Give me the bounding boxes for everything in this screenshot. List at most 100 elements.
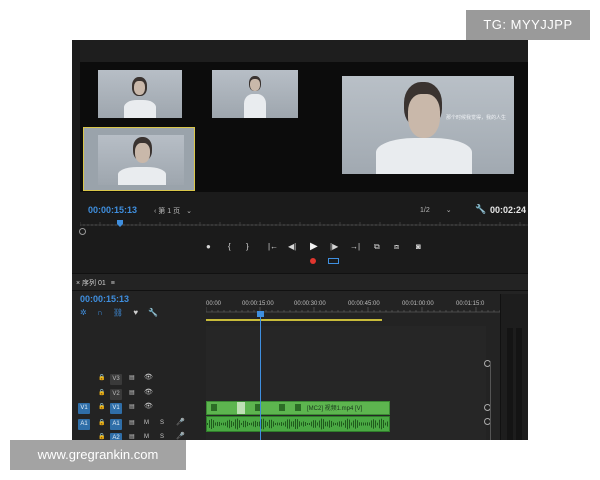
program-monitor: 那个时候我觉得，我的人生 00:00:15:13 ‹ 第 1 页 ⌄ 1/2 ⌄ 🔧… [72, 40, 528, 274]
watermark-bottom-left: www.gregrankin.com [10, 440, 186, 470]
microphone-icon[interactable]: 🎤 [176, 418, 185, 426]
chevron-down-icon: ⌄ [186, 208, 192, 215]
angle-3-thumbnail[interactable] [83, 127, 195, 191]
source-patch-a1[interactable]: A1 [78, 419, 90, 430]
duration-timecode: 00:02:24 [490, 205, 527, 215]
linked-selection-icon[interactable]: ⛓ [113, 308, 123, 317]
timeline-timecode[interactable]: 00:00:15:13 [80, 294, 129, 304]
eye-icon[interactable]: 👁 [144, 388, 153, 396]
menu-icon[interactable]: ≡ [111, 280, 115, 287]
snap-icon[interactable]: ∩ [97, 308, 103, 317]
fx-badge [295, 404, 301, 411]
timeline-tab-label: 序列 01 [82, 280, 106, 287]
transport-controls: ● { } |← ◀| ▶ |▶ →| ⧉ ⧈ ◙ [202, 241, 432, 256]
playhead-handle[interactable] [257, 311, 264, 317]
playhead[interactable] [260, 312, 261, 440]
zoom-selector[interactable]: 1/2 ⌄ [420, 206, 466, 214]
time-ruler-graphic [205, 307, 528, 321]
angle-1-thumbnail[interactable] [98, 70, 182, 118]
source-patch-v1[interactable]: V1 [78, 403, 90, 414]
monitor-scrubber[interactable] [79, 220, 528, 235]
go-to-out-button[interactable]: →| [350, 242, 360, 251]
wrench-icon[interactable]: 🔧 [148, 308, 158, 317]
lock-icon[interactable]: 🔒 [98, 433, 105, 440]
add-marker-icon[interactable]: ♥ [133, 308, 138, 317]
solo-button[interactable]: S [160, 420, 164, 426]
mark-out-button[interactable]: } [246, 242, 249, 251]
speaker-figure [122, 74, 158, 118]
sync-lock-icon[interactable]: ▤ [129, 419, 135, 426]
audio-waveform [207, 418, 388, 430]
timeline-tab[interactable]: × 序列 01 ≡ [76, 278, 115, 288]
speaker-figure [242, 74, 268, 118]
go-to-in-button[interactable]: |← [268, 242, 278, 251]
zoom-selector-label: 1/2 [420, 207, 430, 214]
multicam-audio-clip[interactable] [206, 416, 390, 432]
page-selector-label: 第 1 页 [158, 208, 181, 215]
sync-lock-icon[interactable]: ▤ [129, 433, 135, 440]
track-name-v3[interactable]: V3 [110, 374, 122, 385]
multicam-toggle-button[interactable] [328, 258, 339, 264]
speaker-figure [118, 137, 166, 185]
scrubber-start-handle[interactable] [79, 228, 86, 235]
sync-lock-icon[interactable]: ▤ [129, 389, 135, 396]
ruler-label-1: 00:00:15:00 [242, 301, 274, 307]
monitor-header [80, 40, 528, 62]
speaker-closeup [372, 80, 472, 174]
monitor-timecode[interactable]: 00:00:15:13 [88, 205, 137, 215]
ruler-label-5: 00:01:15:0 [456, 301, 485, 307]
wrench-icon[interactable]: 🔧 [475, 204, 486, 215]
mute-button[interactable]: M [144, 420, 149, 426]
camera-icon[interactable]: ◙ [416, 242, 421, 251]
ruler-label-3: 00:00:45:00 [348, 301, 380, 307]
mark-in-button[interactable]: { [228, 242, 231, 251]
scrubber-ruler [79, 220, 528, 227]
audio-meters [500, 294, 528, 440]
play-button[interactable]: ▶ [310, 241, 318, 252]
step-back-button[interactable]: ◀| [288, 242, 296, 251]
sync-lock-icon[interactable]: ▤ [129, 374, 135, 381]
timeline-tools: ✲ ∩ ⛓ ♥ 🔧 [80, 308, 158, 317]
microphone-icon[interactable]: 🎤 [176, 432, 185, 440]
track-header-v3: 🔒 V3 ▤ 👁 [72, 372, 206, 386]
lock-icon[interactable]: 🔒 [98, 419, 105, 426]
time-ruler[interactable]: 00:00 00:00:15:00 00:00:30:00 00:00:45:0… [205, 294, 528, 324]
clip-cut-segment [237, 402, 245, 414]
ruler-label-2: 00:00:30:00 [294, 301, 326, 307]
track-header-v1: V1 🔒 V1 ▤ 👁 [72, 401, 206, 415]
track-name-v1[interactable]: V1 [110, 403, 122, 414]
lock-icon[interactable]: 🔒 [98, 374, 105, 381]
multicam-view[interactable]: 那个时候我觉得，我的人生 [80, 62, 528, 192]
eye-icon[interactable]: 👁 [144, 373, 153, 381]
watermark-top-right: TG: MYYJJPP [466, 10, 590, 40]
track-name-a1[interactable]: A1 [110, 419, 122, 430]
premiere-window: 那个时候我觉得，我的人生 00:00:15:13 ‹ 第 1 页 ⌄ 1/2 ⌄ 🔧… [72, 40, 528, 440]
fx-badge [211, 404, 217, 411]
insert-button[interactable]: ⧉ [374, 242, 380, 252]
ruler-label-0: 00:00 [206, 301, 222, 307]
lock-icon[interactable]: 🔒 [98, 403, 105, 410]
angle-2-thumbnail[interactable] [212, 70, 298, 118]
ruler-label-4: 00:01:00:00 [402, 301, 434, 307]
subtitle-overlay: 那个时候我觉得，我的人生 [446, 115, 507, 121]
timeline-panel: × 序列 01 ≡ 00:00:15:13 ✲ ∩ ⛓ ♥ 🔧 00:00 00:… [72, 274, 528, 440]
track-header-v2: 🔒 V2 ▤ 👁 [72, 387, 206, 401]
step-forward-button[interactable]: |▶ [330, 242, 338, 251]
multicam-video-clip[interactable]: [MC2] 视频1.mp4 [V] [206, 401, 390, 415]
overwrite-button[interactable]: ⧈ [394, 242, 399, 252]
page-selector[interactable]: ‹ 第 1 页 ⌄ [154, 206, 206, 216]
record-button[interactable] [310, 258, 316, 264]
track-header-a2: 🔒 A2 ▤ M S 🎤 [72, 431, 206, 440]
fx-badge [279, 404, 285, 411]
vertical-scrollbar[interactable] [490, 362, 491, 440]
clip-label: [MC2] 视频1.mp4 [V] [307, 406, 363, 412]
track-header-a1: A1 🔒 A1 ▤ M S 🎤 [72, 417, 206, 431]
eye-icon[interactable]: 👁 [144, 402, 153, 410]
chevron-down-icon: ⌄ [445, 207, 452, 214]
lock-icon[interactable]: 🔒 [98, 389, 105, 396]
sync-lock-icon[interactable]: ▤ [129, 403, 135, 410]
track-name-v2[interactable]: V2 [110, 389, 122, 400]
nest-icon[interactable]: ✲ [80, 308, 87, 317]
track-name-a2[interactable]: A2 [110, 433, 122, 440]
add-marker-button[interactable]: ● [206, 242, 211, 251]
